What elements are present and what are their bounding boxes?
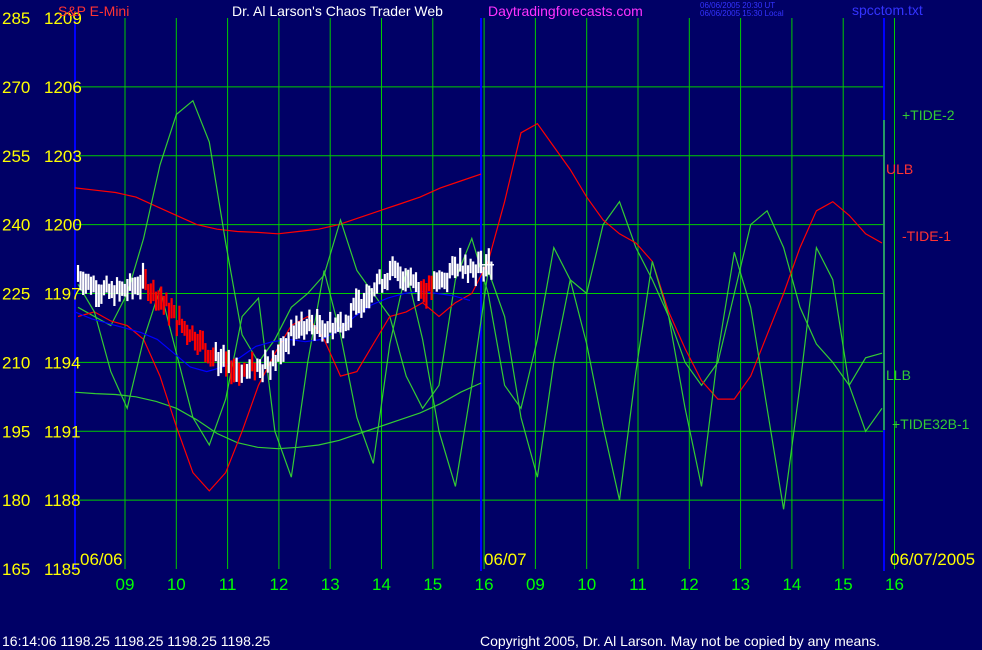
x-tick-label: 10 [577, 575, 596, 594]
x-tick-label: 16 [885, 575, 904, 594]
y-tick-price: 1203 [44, 147, 82, 166]
chart: 285 12 09 270 1206 255 1203 240 1200 225 1197 210 11… [0, 0, 982, 650]
date-label-mid: 06/07 [484, 550, 527, 569]
y-tick-price: 1206 [44, 78, 82, 97]
x-tick-label: 16 [475, 575, 494, 594]
y-tick-index: 285 [2, 9, 30, 28]
x-tick-label: 12 [269, 575, 288, 594]
y-tick-index: 195 [2, 422, 30, 441]
x-tick-label: 14 [372, 575, 391, 594]
date-label-start: 06/06 [80, 550, 123, 569]
instrument-label: S&P E-Mini [58, 3, 129, 19]
series-label-llb: LLB [886, 367, 911, 383]
y-tick-index: 255 [2, 147, 30, 166]
x-tick-label: 14 [782, 575, 801, 594]
chart-header-title: Dr. Al Larson's Chaos Trader Web [232, 3, 443, 19]
x-tick-label: 11 [629, 575, 647, 594]
y-tick-price: 1191 [44, 422, 81, 441]
series-label-tide32b: +TIDE32B-1 [892, 416, 970, 432]
y-tick-index: 165 [2, 560, 30, 579]
series-label-tide-2: +TIDE-2 [902, 107, 955, 123]
series-label-ulb: ULB [886, 161, 913, 177]
x-tick-label: 10 [167, 575, 186, 594]
y-tick-price: 1194 [44, 353, 81, 372]
series-label-tide-1: -TIDE-1 [902, 228, 951, 244]
y-tick-price: 1188 [44, 491, 81, 510]
x-tick-label: 09 [526, 575, 545, 594]
y-tick-index: 240 [2, 216, 30, 235]
date-label-end: 06/07/2005 [890, 550, 975, 569]
y-tick-price: 1197 [44, 285, 81, 304]
y-tick-price: 1185 [44, 560, 81, 579]
x-tick-label: 13 [731, 575, 750, 594]
file-label: spcctom.txt [852, 2, 923, 18]
x-tick-label: 15 [423, 575, 442, 594]
y-tick-price: 1200 [44, 216, 82, 235]
x-tick-label: 12 [680, 575, 699, 594]
x-tick-label: 09 [116, 575, 135, 594]
y-tick-index: 270 [2, 78, 30, 97]
y-tick-index: 225 [2, 285, 30, 304]
y-tick-index: 180 [2, 491, 30, 510]
y-tick-index: 210 [2, 353, 30, 372]
timestamp-line-2: 06/06/2005 15:30 Local [700, 9, 784, 18]
quote-readout: 16:14:06 1198.25 1198.25 1198.25 1198.25 [2, 633, 271, 649]
copyright: Copyright 2005, Dr. Al Larson. May not b… [480, 633, 880, 649]
site-link[interactable]: Daytradingforecasts.com [488, 3, 643, 19]
x-tick-label: 13 [321, 575, 340, 594]
x-tick-label: 15 [834, 575, 853, 594]
x-tick-label: 11 [219, 575, 237, 594]
